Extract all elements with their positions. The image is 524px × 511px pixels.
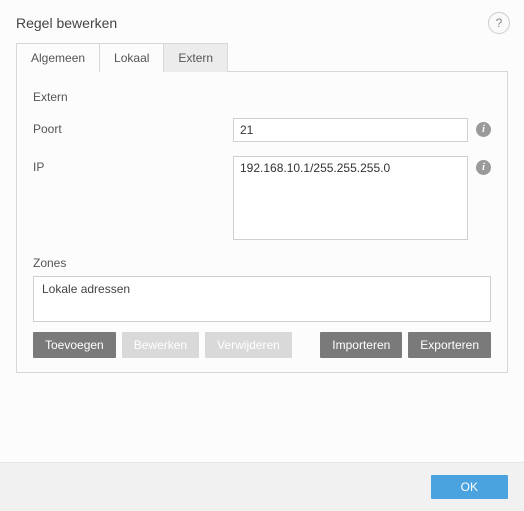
edit-button: Bewerken xyxy=(122,332,199,358)
button-row: Toevoegen Bewerken Verwijderen Importere… xyxy=(33,332,491,358)
delete-button: Verwijderen xyxy=(205,332,292,358)
row-ip: IP i xyxy=(33,156,491,240)
content: Algemeen Lokaal Extern Extern Poort i IP… xyxy=(0,42,524,381)
info-icon[interactable]: i xyxy=(476,160,491,175)
add-button[interactable]: Toevoegen xyxy=(33,332,116,358)
panel-extern: Extern Poort i IP i Zones Lokale adresse… xyxy=(16,71,508,373)
tab-general[interactable]: Algemeen xyxy=(16,43,100,72)
dialog: Regel bewerken ? Algemeen Lokaal Extern … xyxy=(0,0,524,511)
label-ip: IP xyxy=(33,156,233,174)
label-zones: Zones xyxy=(33,256,491,270)
zones-list[interactable]: Lokale adressen xyxy=(33,276,491,322)
ok-button[interactable]: OK xyxy=(431,475,508,499)
list-item[interactable]: Lokale adressen xyxy=(34,277,490,301)
titlebar: Regel bewerken ? xyxy=(0,0,524,42)
port-input[interactable] xyxy=(233,118,468,142)
info-icon[interactable]: i xyxy=(476,122,491,137)
help-icon[interactable]: ? xyxy=(488,12,510,34)
tab-extern[interactable]: Extern xyxy=(164,43,228,72)
dialog-title: Regel bewerken xyxy=(16,15,117,31)
export-button[interactable]: Exporteren xyxy=(408,332,491,358)
import-button[interactable]: Importeren xyxy=(320,332,402,358)
footer: OK xyxy=(0,462,524,511)
label-port: Poort xyxy=(33,118,233,136)
row-port: Poort i xyxy=(33,118,491,142)
ip-input[interactable] xyxy=(233,156,468,240)
tabs: Algemeen Lokaal Extern xyxy=(16,43,508,72)
tab-local[interactable]: Lokaal xyxy=(100,43,164,72)
section-heading: Extern xyxy=(33,90,491,104)
